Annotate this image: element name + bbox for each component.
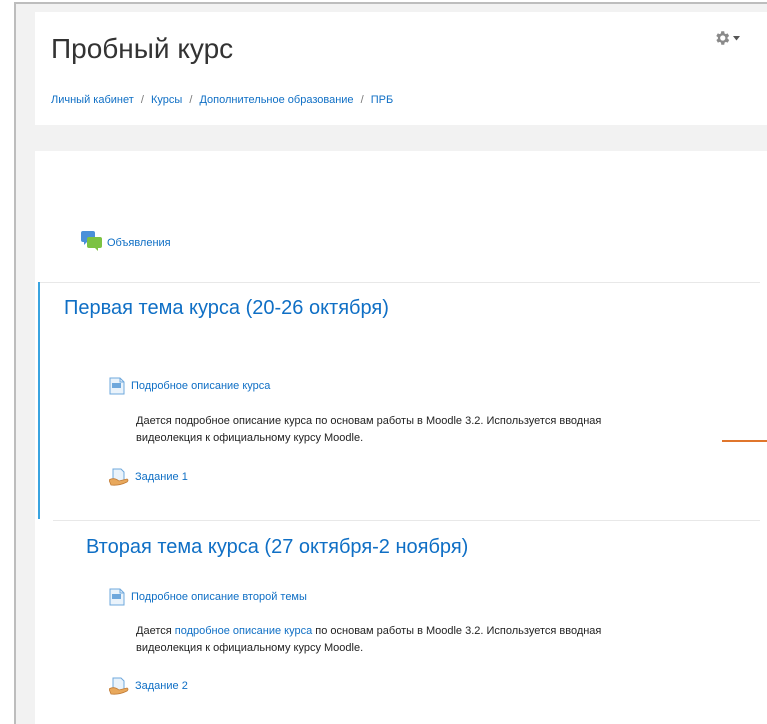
- breadcrumb-separator: /: [360, 94, 364, 106]
- activity-assignment-1[interactable]: Задание 1: [109, 468, 188, 486]
- page-header: Пробный курс Личный кабинет / Курсы / До…: [35, 12, 767, 125]
- breadcrumb-separator: /: [140, 94, 144, 106]
- breadcrumb-dashboard[interactable]: Личный кабинет: [51, 94, 134, 106]
- breadcrumb-category[interactable]: Дополнительное образование: [199, 94, 353, 106]
- section-title-1[interactable]: Первая тема курса (20-26 октября): [64, 296, 389, 320]
- breadcrumb-course[interactable]: ПРБ: [371, 94, 393, 106]
- activity-description: Дается подробное описание курса по основ…: [136, 623, 716, 657]
- activity-link[interactable]: Задание 2: [135, 680, 188, 692]
- assignment-icon: [109, 468, 129, 486]
- activity-description: Дается подробное описание курса по основ…: [136, 413, 716, 447]
- activity-page-2[interactable]: Подробное описание второй темы: [109, 588, 307, 606]
- activity-assignment-2[interactable]: Задание 2: [109, 677, 188, 695]
- section-divider: [53, 520, 760, 521]
- description-line-1: Дается подробное описание курса по основ…: [136, 415, 602, 427]
- section-highlight-bar: [38, 282, 40, 519]
- page-icon: [109, 377, 125, 395]
- announcements-link[interactable]: Объявления: [107, 237, 171, 249]
- settings-menu-button[interactable]: [713, 28, 743, 48]
- description-prefix: Дается: [136, 625, 172, 637]
- caret-down-icon: [733, 35, 740, 40]
- description-link[interactable]: подробное описание курса: [175, 625, 312, 637]
- activity-page-1[interactable]: Подробное описание курса: [109, 377, 270, 395]
- description-line-2: видеолекция к официальному курсу Moodle.: [136, 642, 364, 654]
- section-divider: [40, 282, 760, 283]
- activity-link[interactable]: Задание 1: [135, 471, 188, 483]
- page-title: Пробный курс: [51, 33, 234, 64]
- breadcrumb: Личный кабинет / Курсы / Дополнительное …: [51, 94, 393, 106]
- activity-link[interactable]: Подробное описание курса: [131, 380, 270, 392]
- description-line-2: видеолекция к официальному курсу Moodle.: [136, 432, 364, 444]
- description-suffix: по основам работы в Moodle 3.2. Использу…: [315, 625, 602, 637]
- gear-icon: [716, 31, 730, 45]
- course-content: Объявления Первая тема курса (20-26 октя…: [35, 151, 767, 724]
- announcements-item[interactable]: Объявления: [81, 231, 171, 251]
- activity-link[interactable]: Подробное описание второй темы: [131, 591, 307, 603]
- section-title-2[interactable]: Вторая тема курса (27 октября-2 ноября): [86, 535, 468, 559]
- breadcrumb-separator: /: [189, 94, 193, 106]
- decorative-line: [722, 440, 767, 442]
- page-icon: [109, 588, 125, 606]
- forum-icon: [81, 231, 102, 251]
- breadcrumb-courses[interactable]: Курсы: [151, 94, 182, 106]
- assignment-icon: [109, 677, 129, 695]
